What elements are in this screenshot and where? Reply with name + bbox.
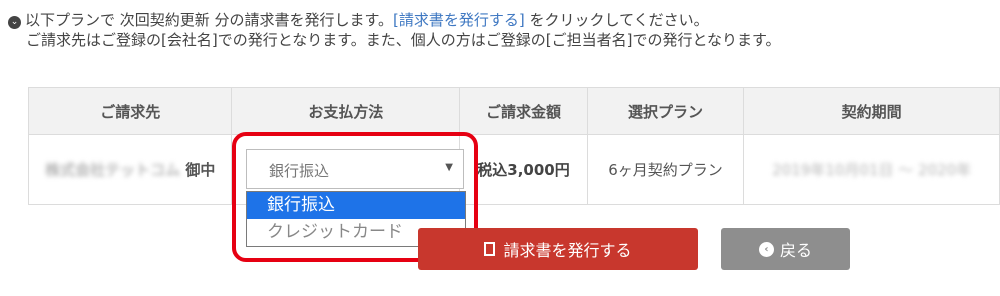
notice-text-before: 以下プランで 次回契約更新 分の請求書を発行します。 bbox=[25, 11, 394, 29]
header-billing-to: ご請求先 bbox=[27, 87, 233, 135]
issue-invoice-button[interactable]: 請求書を発行する bbox=[418, 228, 698, 270]
issue-invoice-link-text: [請求書を発行する] bbox=[393, 11, 525, 29]
header-amount: ご請求金額 bbox=[459, 87, 588, 135]
back-arrow-icon: ‹ bbox=[758, 241, 774, 257]
amount-cell: 税込3,000円 bbox=[459, 134, 588, 205]
document-icon bbox=[484, 242, 496, 256]
instruction-notice: ⌄ 以下プランで 次回契約更新 分の請求書を発行します。[請求書を発行する] をク… bbox=[8, 10, 781, 50]
notice-line2: ご請求先はご登録の[会社名]での発行となります。また、個人の方はご登録の[ご担当… bbox=[26, 31, 781, 49]
client-name: 株式会社テットコム bbox=[45, 161, 181, 179]
header-plan: 選択プラン bbox=[586, 87, 745, 135]
issue-invoice-label: 請求書を発行する bbox=[503, 241, 632, 260]
chevron-down-circle-icon: ⌄ bbox=[8, 16, 21, 29]
period-value: 2019年10月01日 〜 2020年 bbox=[772, 161, 972, 179]
plan-cell: 6ヶ月契約プラン bbox=[586, 134, 745, 205]
back-button[interactable]: ‹ 戻る bbox=[721, 228, 850, 270]
header-period: 契約期間 bbox=[743, 87, 1000, 135]
period-cell: 2019年10月01日 〜 2020年 bbox=[743, 134, 1000, 205]
notice-text-after: をクリックしてください。 bbox=[524, 11, 709, 29]
invoice-table: ご請求先 お支払方法 ご請求金額 選択プラン 契約期間 株式会社テットコム 御中… bbox=[27, 87, 1000, 205]
back-label: 戻る bbox=[779, 241, 812, 260]
table-header-row: ご請求先 お支払方法 ご請求金額 選択プラン 契約期間 bbox=[27, 87, 1000, 135]
header-payment-method: お支払方法 bbox=[231, 87, 461, 135]
client-suffix: 御中 bbox=[180, 161, 216, 179]
table-row: 株式会社テットコム 御中 税込3,000円 6ヶ月契約プラン 2019年10月0… bbox=[27, 134, 1000, 205]
billing-to-cell: 株式会社テットコム 御中 bbox=[27, 134, 233, 205]
